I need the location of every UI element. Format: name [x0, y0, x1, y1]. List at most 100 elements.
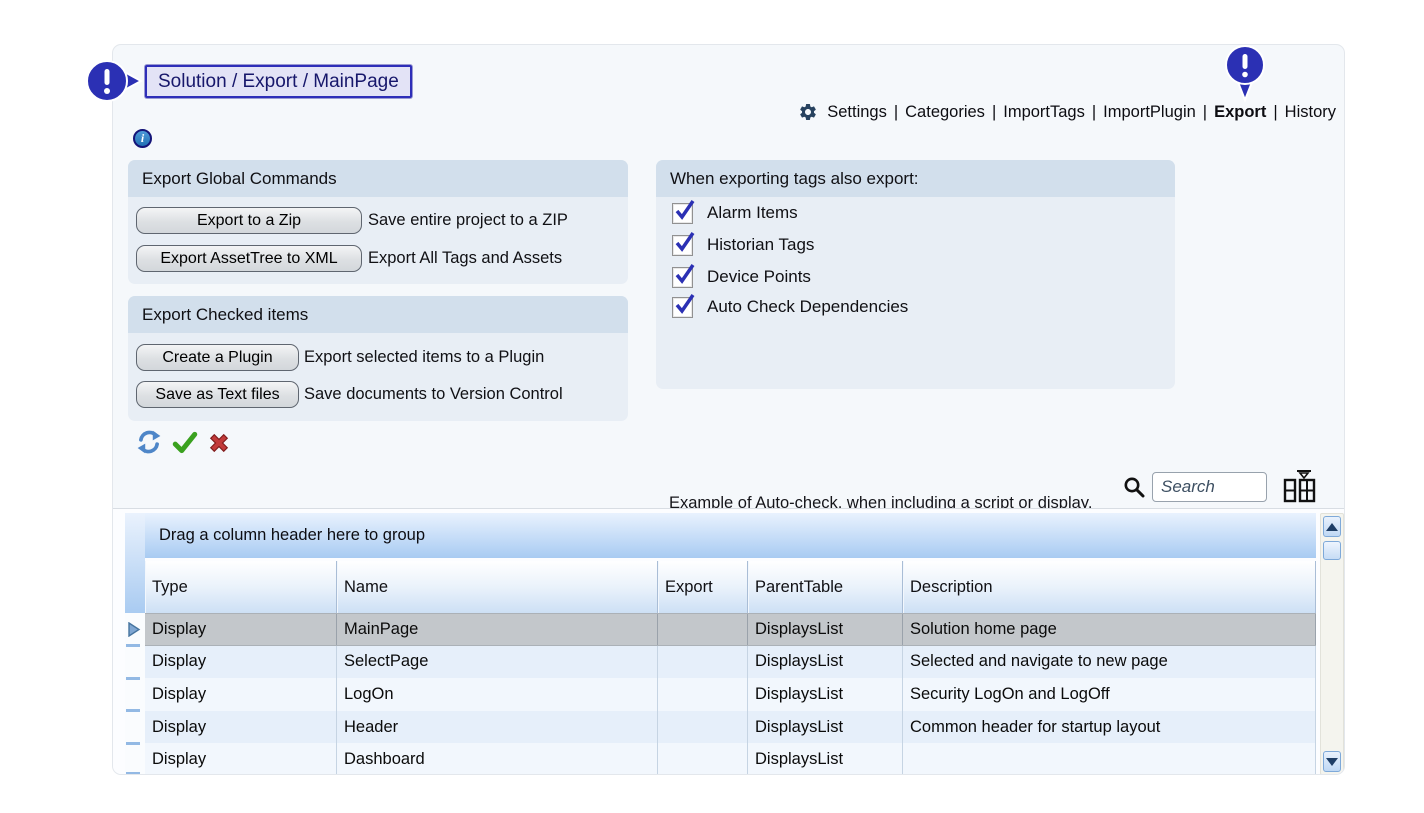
panel-when-exporting-tags: When exporting tags also export: Alarm I…	[656, 160, 1175, 389]
panel-title: When exporting tags also export:	[656, 160, 1175, 197]
alert-pin-icon	[1223, 44, 1267, 104]
tab-settings[interactable]: Settings	[827, 103, 887, 122]
save-text-files-button[interactable]: Save as Text files	[136, 381, 299, 408]
auto-check-dependencies-checkbox[interactable]	[672, 297, 693, 318]
export-assettree-xml-button[interactable]: Export AssetTree to XML	[136, 245, 362, 272]
device-points-checkbox[interactable]	[672, 267, 693, 288]
column-header-parenttable[interactable]: ParentTable	[748, 561, 903, 613]
red-x-icon[interactable]	[206, 430, 232, 456]
export-to-zip-caption: Save entire project to a ZIP	[368, 211, 568, 230]
create-plugin-caption: Export selected items to a Plugin	[304, 348, 544, 367]
column-header-description[interactable]: Description	[903, 561, 1316, 613]
cell-name: Header	[337, 711, 658, 744]
search-input[interactable]	[1152, 472, 1267, 502]
cell-name: SelectPage	[337, 646, 658, 679]
cell-export	[658, 743, 748, 774]
cell-parenttable: DisplaysList	[748, 646, 903, 679]
breadcrumb: Solution / Export / MainPage	[145, 65, 412, 98]
cell-export	[658, 711, 748, 744]
nav-separator: |	[1203, 103, 1207, 122]
checkbox-row-auto-check: Auto Check Dependencies	[672, 295, 908, 319]
magnifier-icon[interactable]	[1122, 475, 1146, 499]
column-header-type[interactable]: Type	[145, 561, 337, 613]
checkmark-icon	[674, 263, 698, 287]
column-header-name[interactable]: Name	[337, 561, 658, 613]
top-nav: Settings | Categories | ImportTags | Imp…	[798, 101, 1336, 123]
panel-title: Export Global Commands	[128, 160, 628, 197]
group-by-bar[interactable]: Drag a column header here to group	[145, 513, 1316, 558]
triangle-up-icon	[1326, 523, 1338, 531]
tab-export[interactable]: Export	[1214, 103, 1266, 122]
checkbox-label: Historian Tags	[707, 235, 814, 255]
column-chooser-icon[interactable]	[1283, 469, 1317, 505]
tab-importtags[interactable]: ImportTags	[1003, 103, 1085, 122]
cell-parenttable: DisplaysList	[748, 743, 903, 774]
export-assettree-xml-caption: Export All Tags and Assets	[368, 249, 562, 268]
gutter-dash	[126, 742, 140, 745]
export-to-zip-button[interactable]: Export to a Zip	[136, 207, 362, 234]
row-gutter	[125, 613, 145, 774]
column-header-export[interactable]: Export	[658, 561, 748, 613]
checkbox-label: Auto Check Dependencies	[707, 297, 908, 317]
cell-description: Selected and navigate to new page	[903, 646, 1316, 679]
tab-history[interactable]: History	[1285, 103, 1336, 122]
table-header-row: Type Name Export ParentTable Description	[145, 561, 1316, 613]
green-check-icon[interactable]	[172, 430, 198, 456]
vertical-scrollbar[interactable]	[1320, 513, 1344, 774]
cell-name: Dashboard	[337, 743, 658, 774]
checkmark-icon	[674, 293, 698, 317]
scroll-up-button[interactable]	[1323, 516, 1341, 537]
panel-title: Export Checked items	[128, 296, 628, 333]
tab-categories[interactable]: Categories	[905, 103, 985, 122]
table-row[interactable]: Display Header DisplaysList Common heade…	[145, 711, 1316, 744]
cell-export	[658, 678, 748, 711]
checkmark-icon	[674, 231, 698, 255]
tab-importplugin[interactable]: ImportPlugin	[1103, 103, 1196, 122]
historian-tags-checkbox[interactable]	[672, 235, 693, 256]
table-section: Drag a column header here to group Type …	[113, 508, 1344, 774]
cell-parenttable: DisplaysList	[748, 711, 903, 744]
create-plugin-button[interactable]: Create a Plugin	[136, 344, 299, 371]
table-row[interactable]: Display Dashboard DisplaysList	[145, 743, 1316, 774]
cell-parenttable: DisplaysList	[748, 614, 903, 645]
nav-separator: |	[1273, 103, 1277, 122]
cell-parenttable: DisplaysList	[748, 678, 903, 711]
panel-export-global-commands: Export Global Commands Export to a Zip S…	[128, 160, 628, 284]
selected-row-arrow-icon	[128, 622, 141, 637]
cell-type: Display	[145, 711, 337, 744]
nav-separator: |	[894, 103, 898, 122]
cell-type: Display	[145, 743, 337, 774]
table-row[interactable]: Display SelectPage DisplaysList Selected…	[145, 646, 1316, 679]
checkmark-icon	[674, 199, 698, 223]
cell-description: Security LogOn and LogOff	[903, 678, 1316, 711]
refresh-icon[interactable]	[136, 429, 162, 455]
row-gutter-header	[125, 513, 145, 613]
gear-icon[interactable]	[798, 102, 818, 122]
cell-description: Solution home page	[903, 614, 1316, 645]
cell-export	[658, 614, 748, 645]
checkbox-label: Device Points	[707, 267, 811, 287]
gutter-dash	[126, 677, 140, 680]
cell-type: Display	[145, 646, 337, 679]
alarm-items-checkbox[interactable]	[672, 203, 693, 224]
checkbox-label: Alarm Items	[707, 203, 798, 223]
export-page: Solution / Export / MainPage Settings | …	[0, 0, 1424, 813]
table-row[interactable]: Display MainPage DisplaysList Solution h…	[145, 613, 1316, 646]
table-body: Display MainPage DisplaysList Solution h…	[145, 613, 1316, 774]
checkbox-row-device-points: Device Points	[672, 265, 811, 289]
table-row[interactable]: Display LogOn DisplaysList Security LogO…	[145, 678, 1316, 711]
triangle-down-icon	[1326, 758, 1338, 766]
nav-separator: |	[1092, 103, 1096, 122]
scroll-down-button[interactable]	[1323, 751, 1341, 772]
gutter-dash	[126, 772, 140, 774]
alert-pin-icon	[85, 58, 145, 105]
gutter-dash	[126, 709, 140, 712]
gutter-dash	[126, 644, 140, 647]
cell-description: Common header for startup layout	[903, 711, 1316, 744]
save-text-files-caption: Save documents to Version Control	[304, 385, 563, 404]
cell-export	[658, 646, 748, 679]
info-icon[interactable]: i	[133, 129, 152, 148]
cell-name: LogOn	[337, 678, 658, 711]
scrollbar-thumb[interactable]	[1323, 541, 1341, 560]
cell-name: MainPage	[337, 614, 658, 645]
